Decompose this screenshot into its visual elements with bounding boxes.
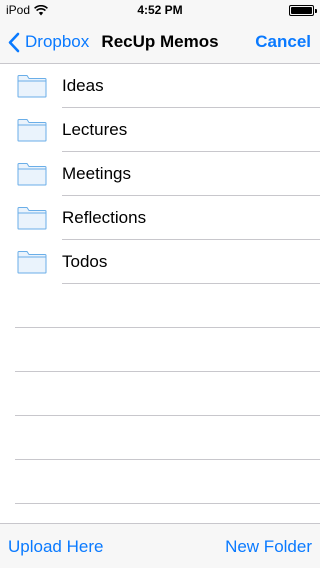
- folder-row-meetings[interactable]: Meetings: [0, 152, 320, 196]
- status-bar: iPod 4:52 PM: [0, 0, 320, 20]
- chevron-left-icon: [8, 32, 20, 52]
- folder-row-lectures[interactable]: Lectures: [0, 108, 320, 152]
- folder-name: Todos: [62, 252, 108, 271]
- battery-icon: [289, 5, 317, 16]
- folder-icon: [17, 163, 47, 186]
- battery-nub: [315, 9, 317, 13]
- battery-fill: [291, 7, 312, 14]
- folder-list: Ideas Lectures Meetings Reflections Todo…: [0, 64, 320, 523]
- row-separator: [15, 503, 320, 504]
- folder-row-ideas[interactable]: Ideas: [0, 64, 320, 108]
- empty-row: [0, 284, 320, 328]
- folder-name: Ideas: [62, 76, 104, 95]
- folder-row-reflections[interactable]: Reflections: [0, 196, 320, 240]
- folder-row-todos[interactable]: Todos: [0, 240, 320, 284]
- navigation-bar: Dropbox RecUp Memos Cancel: [0, 20, 320, 64]
- folder-name: Lectures: [62, 120, 128, 139]
- folder-name: Reflections: [62, 208, 147, 227]
- folder-icon: [17, 207, 47, 230]
- bottom-toolbar: Upload Here New Folder: [0, 523, 320, 568]
- folder-icon: [17, 251, 47, 274]
- empty-row: [0, 416, 320, 460]
- new-folder-button[interactable]: New Folder: [225, 524, 312, 568]
- empty-row: [0, 328, 320, 372]
- folder-icon: [17, 75, 47, 98]
- folder-icon: [17, 119, 47, 142]
- empty-row: [0, 460, 320, 504]
- back-button[interactable]: Dropbox: [8, 20, 89, 64]
- empty-row: [0, 372, 320, 416]
- clock: 4:52 PM: [137, 3, 183, 17]
- back-button-label: Dropbox: [25, 32, 90, 51]
- folder-name: Meetings: [62, 164, 131, 183]
- page-title: RecUp Memos: [101, 32, 219, 51]
- cancel-button[interactable]: Cancel: [255, 20, 311, 64]
- upload-here-button[interactable]: Upload Here: [8, 524, 103, 568]
